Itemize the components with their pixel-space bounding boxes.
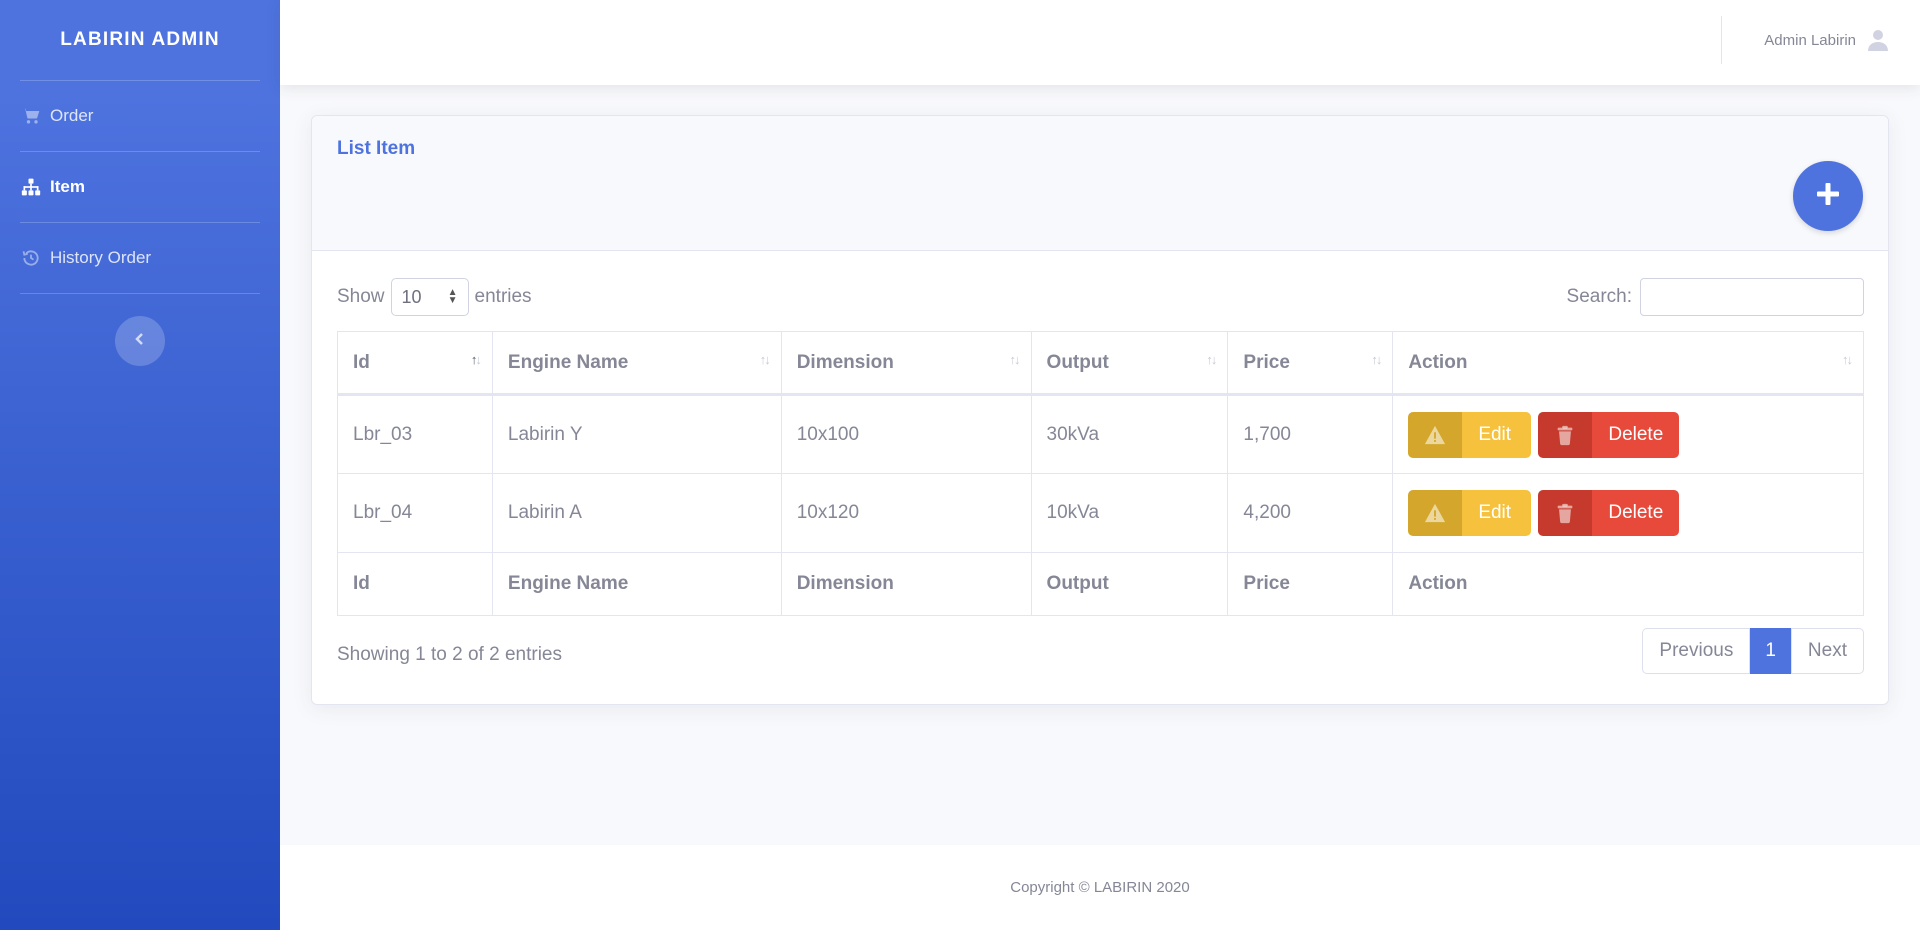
sidebar-item-item[interactable]: Item — [0, 152, 280, 222]
cell-engine-name: Labirin Y — [491, 394, 782, 474]
sort-icon: ↑↓ — [1842, 352, 1853, 367]
chevron-left-icon — [132, 331, 148, 352]
warning-icon — [1408, 411, 1463, 458]
entries-length: Show 10 ▲ ▼ entries — [337, 278, 532, 316]
sidebar-item-order[interactable]: Order — [0, 81, 280, 151]
edit-button[interactable]: Edit — [1408, 490, 1532, 536]
table-search: Search: — [1567, 278, 1864, 316]
sort-icon: ↑↓ — [1009, 352, 1021, 367]
sidebar-item-label: Item — [50, 177, 85, 196]
sidebar-toggle-button[interactable] — [115, 316, 165, 366]
table-footer: Showing 1 to 2 of 2 entries Previous 1 N… — [337, 616, 1864, 696]
table-controls: Show 10 ▲ ▼ entries Search: — [337, 251, 1864, 331]
column-header-output[interactable]: Output ↑↓ — [1030, 331, 1229, 396]
edit-label: Edit — [1462, 490, 1532, 536]
cell-output: 10kVa — [1030, 473, 1229, 553]
footer-column-dimension: Dimension — [780, 552, 1032, 616]
copyright-text: Copyright © LABIRIN 2020 — [1010, 879, 1190, 896]
list-item-card: List Item Show 10 ▲ ▼ entries Search: Id… — [311, 115, 1889, 705]
cell-output: 30kVa — [1030, 394, 1229, 474]
add-item-button[interactable] — [1793, 161, 1863, 231]
history-icon — [20, 247, 42, 269]
edit-button[interactable]: Edit — [1408, 411, 1532, 458]
edit-label: Edit — [1462, 411, 1532, 458]
user-dropdown[interactable]: Admin Labirin — [1764, 28, 1890, 52]
delete-label: Delete — [1592, 411, 1680, 458]
search-label: Search: — [1566, 286, 1632, 307]
card-title: List Item — [337, 138, 416, 159]
pagination: Previous 1 Next — [1642, 628, 1864, 674]
topbar-divider — [1721, 16, 1722, 64]
column-header-engine-name[interactable]: Engine Name ↑↓ — [491, 331, 782, 396]
cell-id: Lbr_03 — [337, 394, 493, 474]
table-info: Showing 1 to 2 of 2 entries — [337, 644, 562, 665]
sidebar-item-label: Order — [50, 106, 94, 125]
cell-action: Edit Delete — [1392, 473, 1864, 553]
warning-icon — [1408, 490, 1463, 536]
cell-dimension: 10x100 — [780, 394, 1032, 474]
show-label: Show — [337, 286, 385, 307]
column-header-id[interactable]: Id ↑↓ — [337, 331, 493, 396]
trash-icon — [1538, 490, 1593, 536]
delete-button[interactable]: Delete — [1538, 490, 1680, 536]
cart-icon — [20, 105, 42, 127]
pagination-page-1[interactable]: 1 — [1750, 628, 1791, 674]
sitemap-icon — [20, 176, 42, 198]
column-header-action[interactable]: Action ↑↓ — [1392, 331, 1864, 396]
user-icon — [1866, 28, 1890, 52]
sidebar-item-label: History Order — [50, 248, 152, 267]
footer-column-price: Price — [1227, 552, 1394, 616]
delete-label: Delete — [1592, 490, 1680, 536]
sidebar-brand[interactable]: LABIRIN ADMIN — [0, 0, 280, 80]
table-row: Lbr_03 Labirin Y 10x100 30kVa 1,700 Edit… — [337, 394, 1864, 474]
column-header-dimension[interactable]: Dimension ↑↓ — [780, 331, 1032, 396]
column-header-price[interactable]: Price ↑↓ — [1227, 331, 1394, 396]
card-body: Show 10 ▲ ▼ entries Search: Id ↑↓ Engine N… — [337, 251, 1864, 696]
cell-price: 4,200 — [1227, 473, 1394, 553]
entries-value: 10 — [401, 286, 422, 307]
footer-column-action: Action — [1392, 552, 1864, 616]
trash-icon — [1538, 411, 1593, 458]
cell-dimension: 10x120 — [780, 473, 1032, 553]
topbar: Admin Labirin — [280, 0, 1920, 85]
user-name: Admin Labirin — [1764, 31, 1856, 49]
footer-column-id: Id — [337, 552, 493, 616]
select-arrows-icon: ▲ ▼ — [447, 287, 458, 306]
sidebar: LABIRIN ADMIN Order Item History Order — [0, 0, 280, 930]
pagination-previous[interactable]: Previous — [1642, 628, 1751, 674]
delete-button[interactable]: Delete — [1538, 411, 1680, 458]
card-header: List Item — [312, 116, 1888, 251]
sort-icon: ↑↓ — [1206, 352, 1217, 367]
plus-icon — [1814, 180, 1842, 213]
items-table: Id ↑↓ Engine Name ↑↓ Dimension ↑↓ Output ↑↓ … — [337, 331, 1864, 616]
table-row: Lbr_04 Labirin A 10x120 10kVa 4,200 Edit… — [337, 473, 1864, 553]
sort-asc-icon: ↑↓ — [470, 352, 482, 367]
cell-action: Edit Delete — [1392, 394, 1864, 474]
search-input[interactable] — [1640, 278, 1864, 316]
page-footer: Copyright © LABIRIN 2020 — [280, 845, 1920, 930]
entries-select[interactable]: 10 ▲ ▼ — [390, 278, 469, 316]
sort-icon: ↑↓ — [759, 352, 771, 367]
cell-id: Lbr_04 — [337, 473, 493, 553]
footer-column-engine-name: Engine Name — [491, 552, 782, 616]
pagination-next[interactable]: Next — [1790, 628, 1864, 674]
footer-column-output: Output — [1030, 552, 1229, 616]
cell-price: 1,700 — [1227, 394, 1394, 474]
sort-icon: ↑↓ — [1371, 352, 1382, 367]
sidebar-item-history-order[interactable]: History Order — [0, 223, 280, 293]
cell-engine-name: Labirin A — [491, 473, 782, 553]
entries-label: entries — [474, 286, 532, 307]
